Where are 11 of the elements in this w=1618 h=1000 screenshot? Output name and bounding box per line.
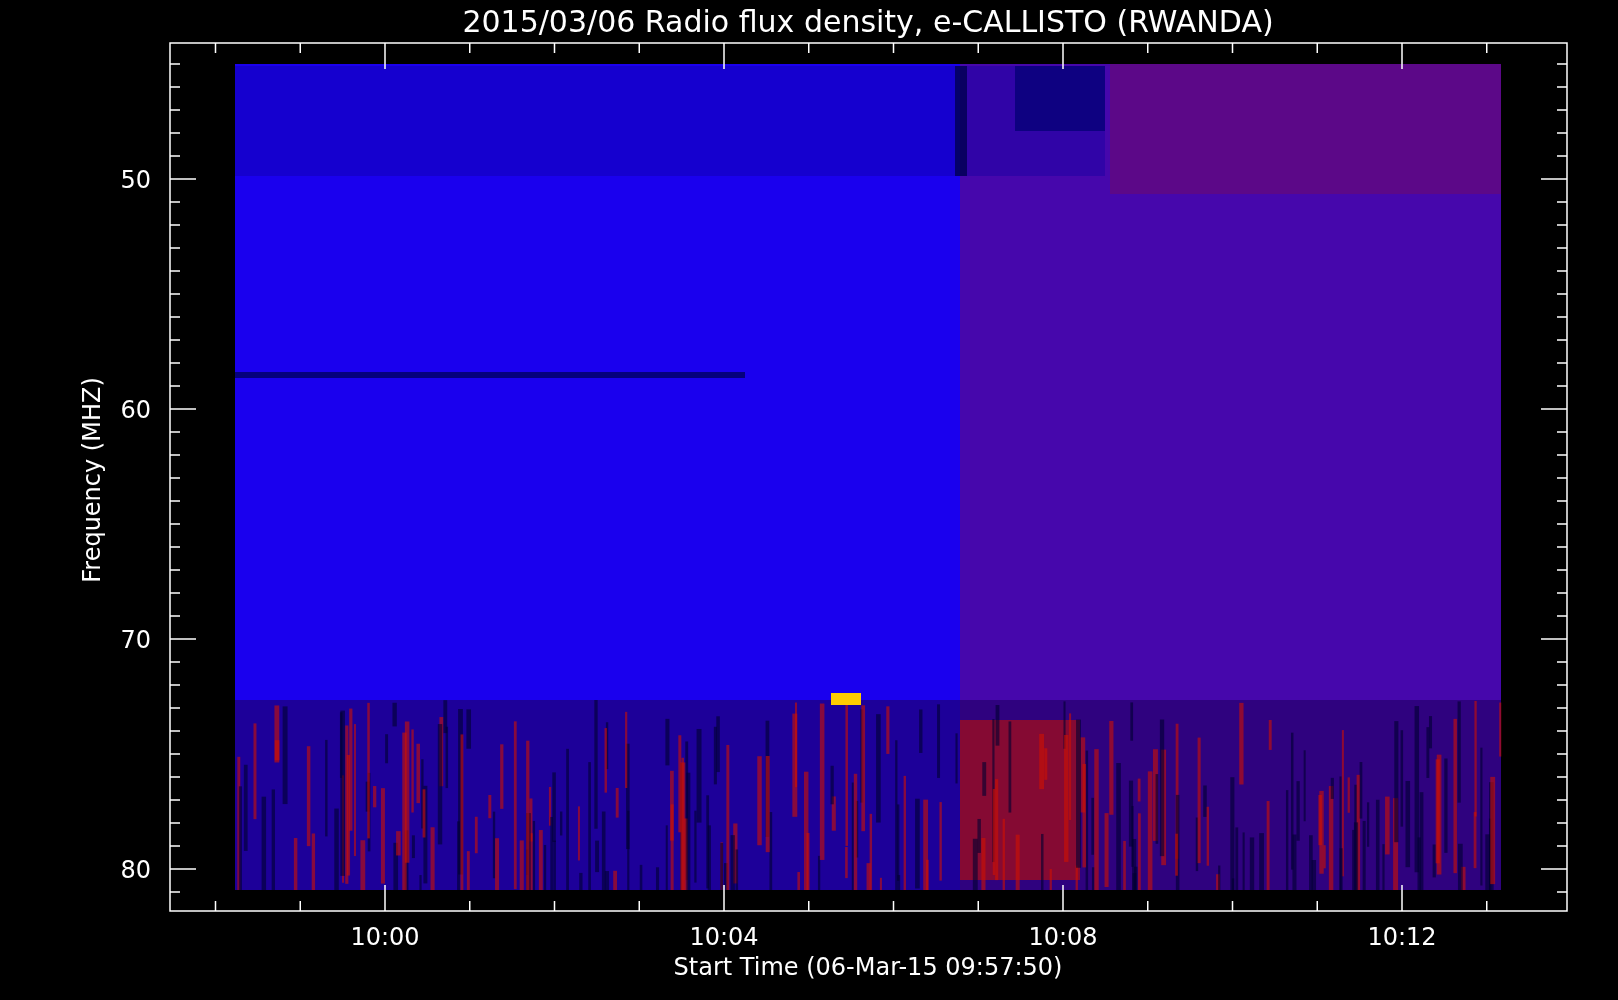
plot-title: 2015/03/06 Radio flux density, e-CALLISTO (RWANDA): [462, 4, 1274, 39]
x-axis-label: Start Time (06-Mar-15 09:57:50): [673, 953, 1063, 981]
x-tick-label: 10:04: [689, 923, 759, 951]
y-tick-label: 80: [120, 856, 151, 884]
y-axis-label: Frequency (MHZ): [78, 377, 106, 583]
x-tick-label: 10:00: [350, 923, 420, 951]
y-tick-label: 50: [120, 166, 151, 194]
x-tick-label: 10:12: [1367, 923, 1437, 951]
x-tick-label: 10:08: [1028, 923, 1098, 951]
y-tick-label: 70: [120, 626, 151, 654]
y-tick-label: 60: [120, 396, 151, 424]
